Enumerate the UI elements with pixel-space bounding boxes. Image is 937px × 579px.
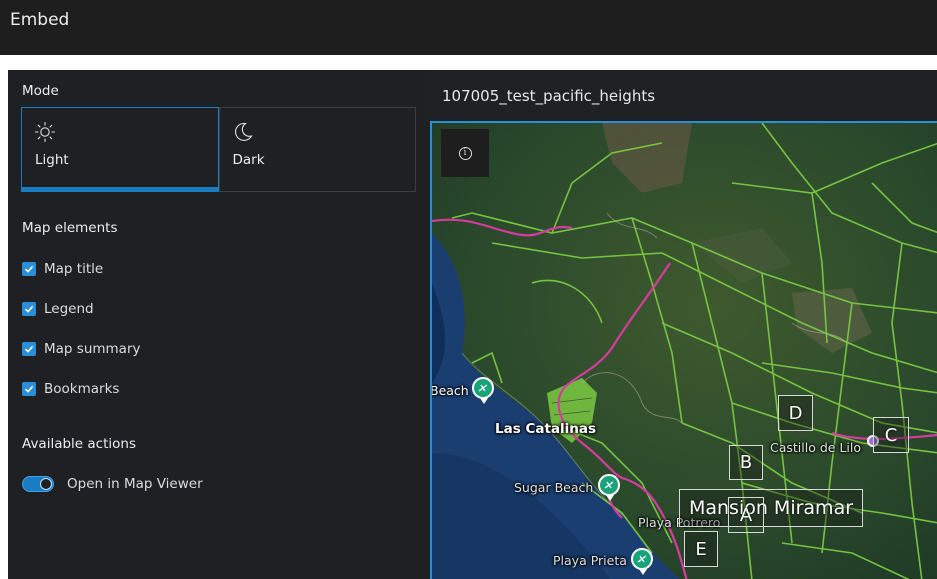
settings-panel: Mode Light Dark Map elements Map title L… (8, 70, 430, 579)
sun-icon (34, 121, 56, 143)
checkbox-legend[interactable]: Legend (22, 301, 94, 317)
checkbox-checked-icon (22, 302, 36, 316)
info-icon: i (458, 146, 472, 160)
embed-preview: 107005_test_pacific_heights i Beach Las … (430, 70, 937, 579)
map-label-playa-prieta: Playa Prieta (553, 553, 627, 568)
map-view[interactable]: i Beach Las Catalinas Sugar Beach Playa … (430, 121, 937, 579)
dialog-title: Embed (10, 10, 70, 30)
bookmark-c[interactable]: C (873, 417, 909, 453)
toggle-label: Open in Map Viewer (67, 476, 203, 492)
checkbox-bookmarks[interactable]: Bookmarks (22, 381, 119, 397)
map-label-las-catalinas: Las Catalinas (495, 421, 597, 437)
checkbox-label: Map title (44, 261, 104, 277)
map-label-sugar-beach: Sugar Beach (514, 480, 594, 495)
map-info-button[interactable]: i (441, 129, 489, 177)
mode-dark-button[interactable]: Dark (218, 108, 416, 191)
checkbox-label: Bookmarks (44, 381, 120, 397)
mode-heading: Mode (22, 83, 59, 99)
mode-light-label: Light (35, 152, 69, 168)
beach-icon[interactable] (631, 548, 653, 575)
checkbox-label: Map summary (44, 341, 141, 357)
toggle-knob (40, 478, 52, 490)
moon-icon (234, 122, 253, 141)
available-actions-heading: Available actions (22, 436, 136, 452)
checkbox-checked-icon (22, 382, 36, 396)
beach-icon[interactable] (472, 377, 494, 404)
beach-icon[interactable] (598, 474, 620, 501)
bookmark-b[interactable]: B (729, 445, 763, 480)
map-label-beach: Beach (430, 383, 469, 398)
mode-dark-label: Dark (232, 152, 265, 168)
map-label-castillo-de-lilo: Castillo de Lilo (770, 440, 861, 455)
toggle-switch[interactable] (22, 476, 54, 492)
bookmark-a[interactable]: A (728, 497, 764, 533)
mode-segmented-control: Light Dark (21, 107, 416, 192)
checkbox-map-title[interactable]: Map title (22, 261, 103, 277)
checkbox-checked-icon (22, 262, 36, 276)
mode-light-button[interactable]: Light (21, 107, 219, 192)
bookmark-mansion-miramar[interactable]: Mansion Miramar (679, 489, 863, 527)
title-bar: Embed (0, 0, 937, 55)
bookmark-d[interactable]: D (778, 395, 813, 431)
checkbox-map-summary[interactable]: Map summary (22, 341, 140, 357)
map-elements-heading: Map elements (22, 220, 118, 236)
checkbox-label: Legend (44, 301, 94, 317)
checkbox-checked-icon (22, 342, 36, 356)
open-in-map-viewer-toggle[interactable]: Open in Map Viewer (22, 476, 203, 492)
map-title: 107005_test_pacific_heights (442, 87, 656, 105)
bookmark-e[interactable]: E (684, 531, 718, 567)
